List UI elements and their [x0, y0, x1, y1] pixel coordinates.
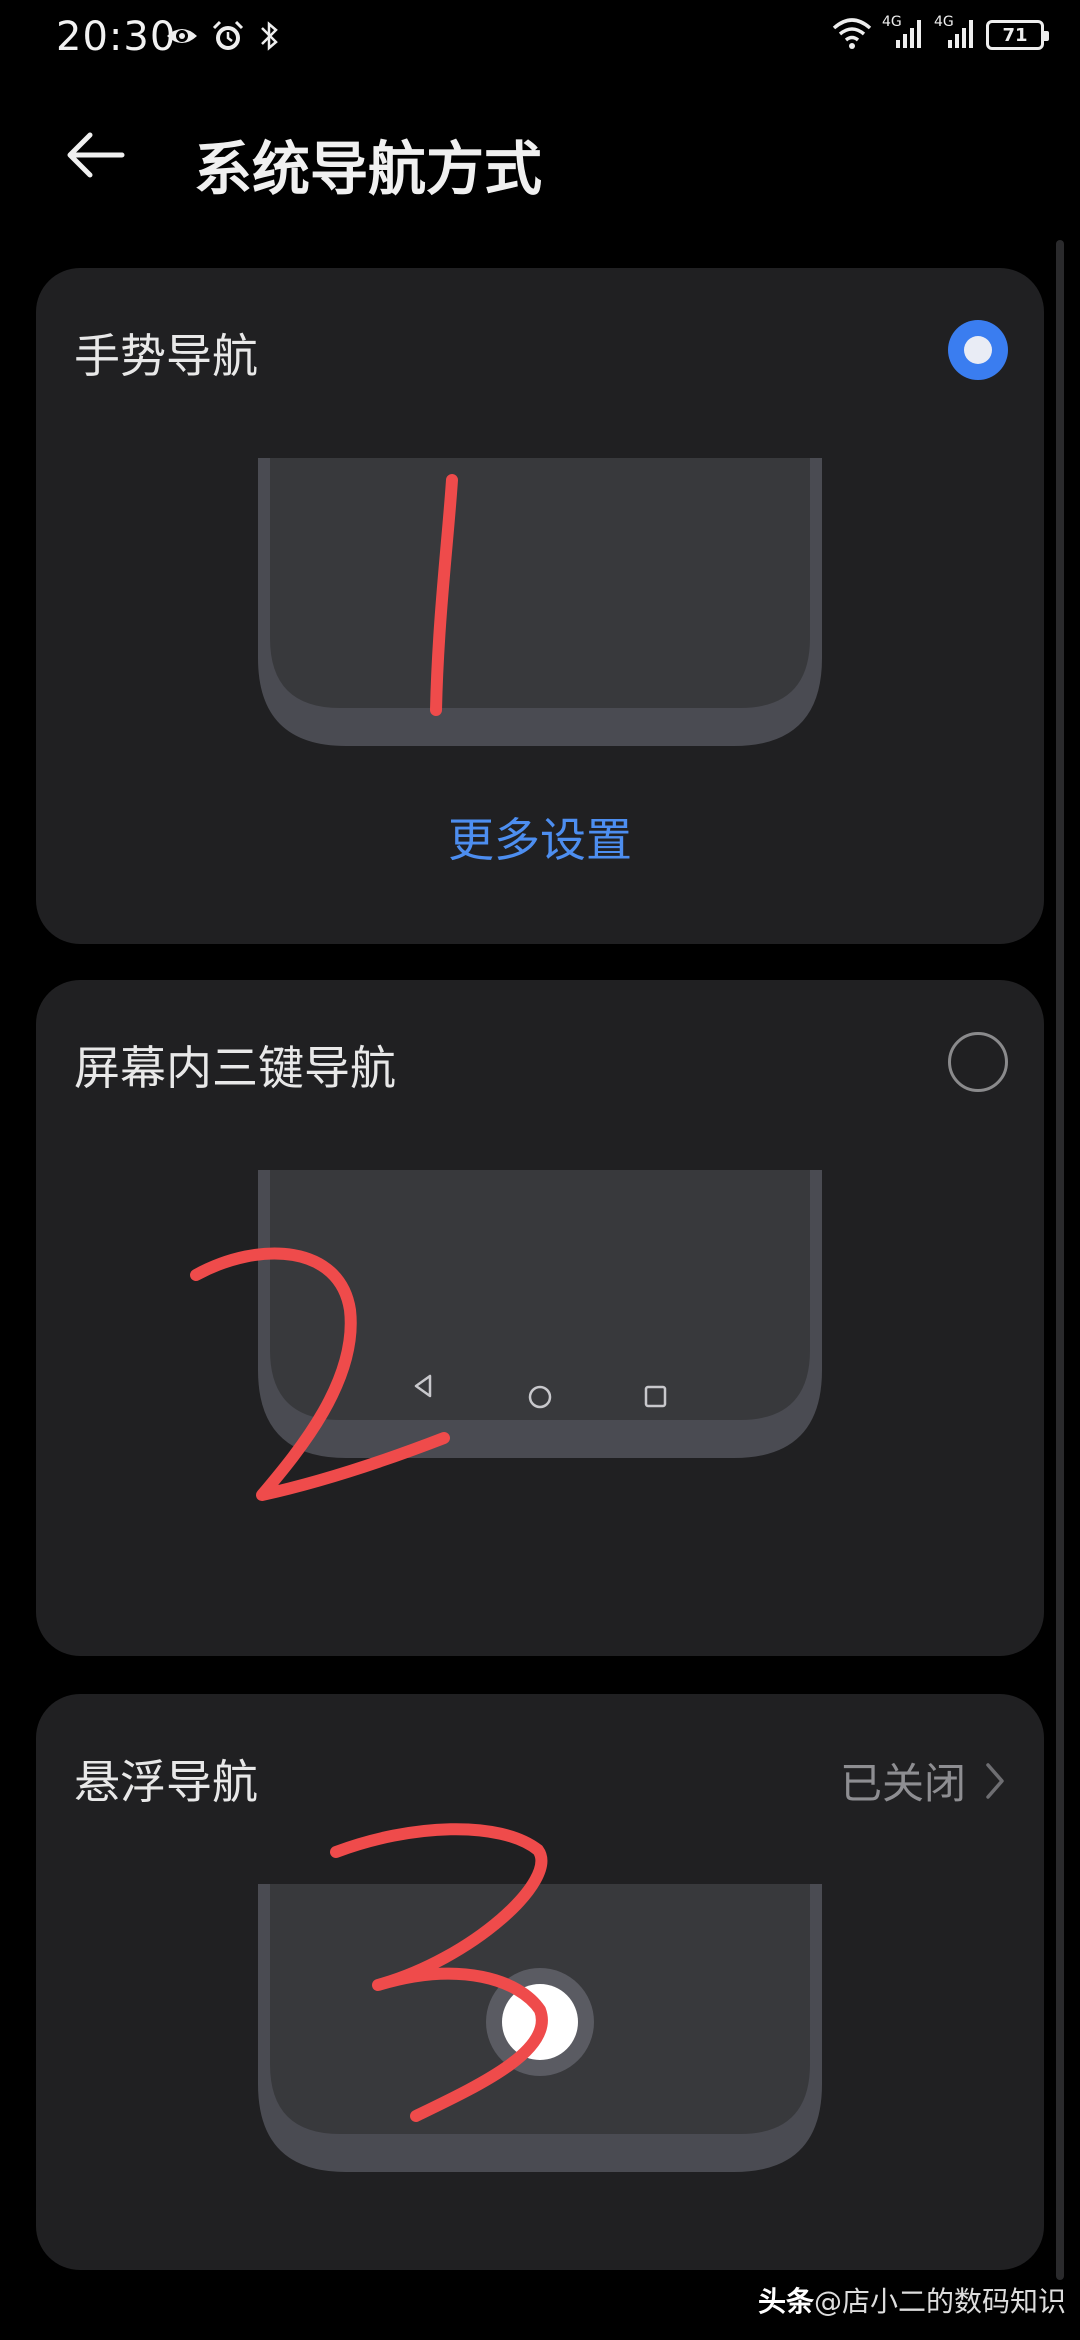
floating-navigation-title: 悬浮导航 [74, 1755, 258, 1809]
floating-phone-preview [258, 1884, 822, 2172]
watermark-brand: 头条 [757, 2285, 814, 2318]
scrollbar[interactable] [1056, 240, 1064, 2280]
watermark-handle: @店小二的数码知识 [813, 2285, 1066, 2318]
status-bar: 20:30 4G 4G 71 [0, 0, 1080, 80]
signal-icon [896, 20, 921, 48]
floating-status-text: 已关闭 [839, 1759, 966, 1808]
alarm-icon [212, 20, 244, 50]
gesture-navigation-card[interactable]: 手势导航 更多设置 [36, 268, 1044, 944]
eye-icon [167, 29, 197, 43]
battery-level: 71 [1002, 24, 1028, 46]
back-arrow-icon [67, 132, 125, 178]
status-time: 20:30 [56, 14, 177, 60]
battery-icon: 71 [986, 20, 1049, 50]
gesture-navigation-title: 手势导航 [74, 329, 258, 383]
floating-dock-icon [486, 1968, 594, 2076]
three-key-navigation-card[interactable]: 屏幕内三键导航 [36, 980, 1044, 1656]
floating-navigation-card[interactable]: 悬浮导航 已关闭 [36, 1694, 1044, 2270]
signal-1: 4G [882, 14, 924, 50]
bluetooth-icon [261, 21, 278, 51]
three-key-navigation-radio[interactable] [948, 1032, 1008, 1092]
signal-icon [948, 20, 973, 48]
status-left-icons [164, 18, 284, 54]
radio-checked-dot [964, 336, 992, 364]
page-title: 系统导航方式 [194, 135, 543, 203]
more-settings-link[interactable]: 更多设置 [36, 804, 1044, 870]
header: 系统导航方式 [0, 100, 1080, 220]
three-key-phone-preview [258, 1170, 822, 1458]
chevron-right-icon [986, 1762, 1004, 1799]
back-button[interactable] [60, 120, 150, 200]
three-key-navigation-title: 屏幕内三键导航 [74, 1041, 396, 1095]
floating-navigation-status[interactable]: 已关闭 [840, 1750, 1006, 1811]
signal-2: 4G [934, 14, 976, 50]
gesture-navigation-radio[interactable] [948, 320, 1008, 380]
status-right-icons: 4G 4G 71 [832, 14, 1049, 50]
watermark: 头条@店小二的数码知识 [758, 2280, 1066, 2320]
wifi-icon [832, 18, 872, 49]
gesture-phone-preview [258, 458, 822, 746]
